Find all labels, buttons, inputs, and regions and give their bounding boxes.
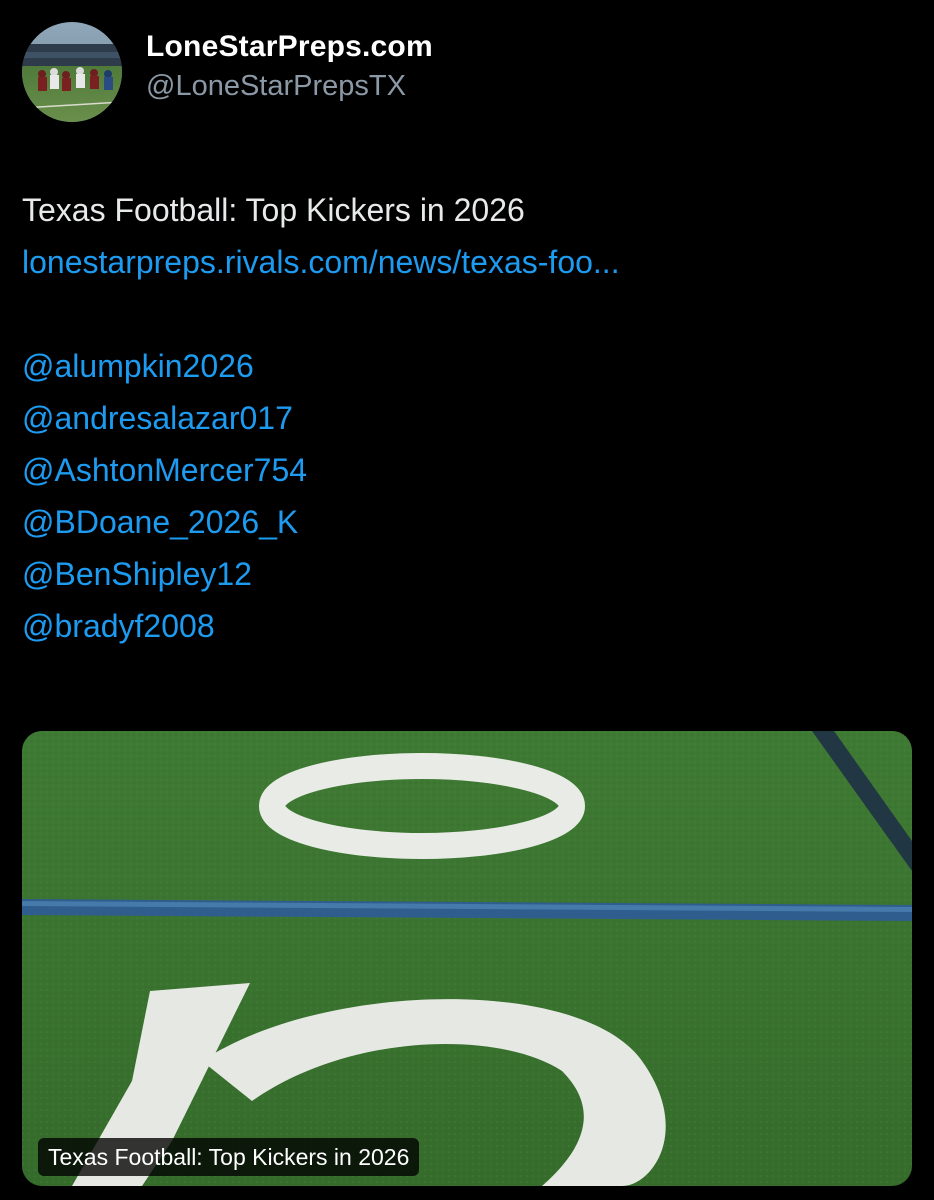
mention-link[interactable]: @bradyf2008 xyxy=(22,600,912,652)
football-game-avatar-photo-icon xyxy=(22,22,122,122)
mention-link[interactable]: @andresalazar017 xyxy=(22,392,912,444)
link-card-image[interactable]: Texas Football: Top Kickers in 2026 xyxy=(22,731,912,1186)
tweet-link[interactable]: lonestarpreps.rivals.com/news/texas-foo.… xyxy=(22,236,912,288)
author-names: LoneStarPreps.com @LoneStarPrepsTX xyxy=(146,28,433,105)
tweet-body: Texas Football: Top Kickers in 2026 lone… xyxy=(22,184,912,652)
football-field-50-yard-line-photo-icon xyxy=(22,731,912,1186)
mention-link[interactable]: @BenShipley12 xyxy=(22,548,912,600)
mention-link[interactable]: @BDoane_2026_K xyxy=(22,496,912,548)
mention-link[interactable]: @AshtonMercer754 xyxy=(22,444,912,496)
tweet-header: LoneStarPreps.com @LoneStarPrepsTX xyxy=(22,22,912,122)
mention-link[interactable]: @alumpkin2026 xyxy=(22,340,912,392)
card-caption: Texas Football: Top Kickers in 2026 xyxy=(38,1138,420,1176)
author-avatar[interactable] xyxy=(22,22,122,122)
author-display-name[interactable]: LoneStarPreps.com xyxy=(146,28,433,66)
tweet-title-text: Texas Football: Top Kickers in 2026 xyxy=(22,192,525,228)
author-handle[interactable]: @LoneStarPrepsTX xyxy=(146,67,433,105)
